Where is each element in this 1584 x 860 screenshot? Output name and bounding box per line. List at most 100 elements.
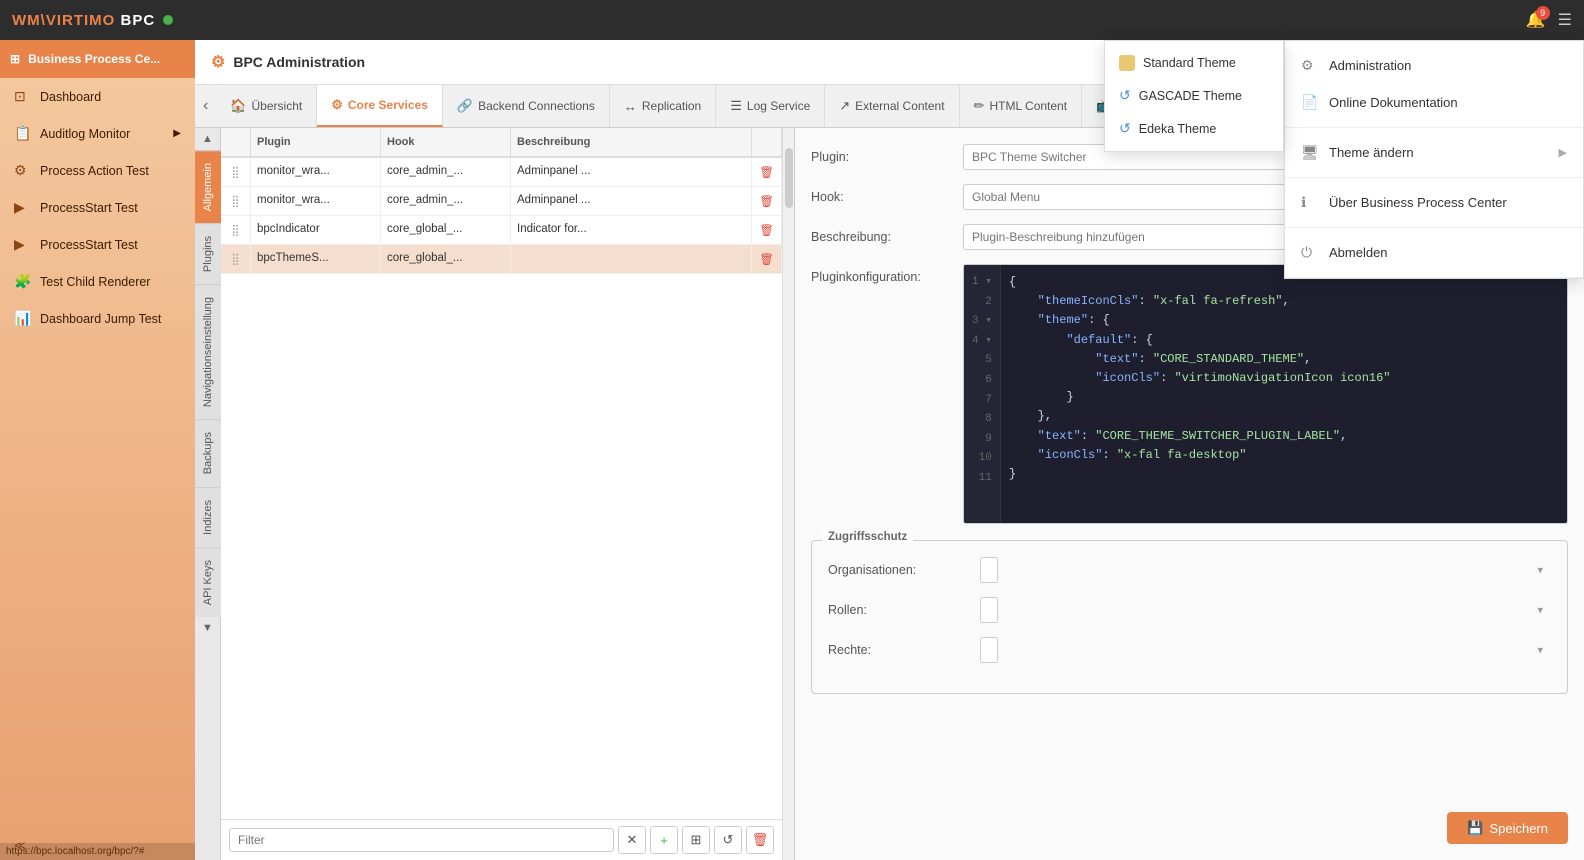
tabs-nav-prev[interactable]: ‹	[195, 85, 216, 127]
menu-icon[interactable]: ☰	[1558, 10, 1572, 30]
dropdown-item-label: Über Business Process Center	[1329, 195, 1507, 210]
dropdown-item-uber[interactable]: ℹ Über Business Process Center	[1285, 184, 1583, 221]
form-group-pluginkonfig: Pluginkonfiguration: 1 ▾ 2 3 ▾ 4 ▾ 5 6 7…	[811, 264, 1568, 524]
th-delete	[752, 128, 782, 156]
rechte-select-wrapper: ▾	[980, 637, 1551, 663]
dropdown-item-label: Theme ändern	[1329, 145, 1414, 160]
rechte-select[interactable]	[980, 637, 998, 663]
vtab-indizes[interactable]: Indizes	[195, 487, 221, 547]
tab-core-services[interactable]: ⚙ Core Services	[317, 85, 443, 127]
sidebar-item-auditlog[interactable]: 📋 Auditlog Monitor ▶	[0, 115, 195, 152]
dropdown-item-label: Abmelden	[1329, 245, 1388, 260]
dropdown-item-label: Online Dokumentation	[1329, 95, 1458, 110]
row-plugin: bpcIndicator	[251, 216, 381, 244]
dropdown-item-administration[interactable]: ⚙ Administration	[1285, 47, 1583, 84]
notification-icon[interactable]: 🔔 9	[1526, 10, 1546, 30]
tab-backend-connections[interactable]: 🔗 Backend Connections	[443, 85, 610, 127]
sidebar-item-dashboard[interactable]: ⊡ Dashboard	[0, 78, 195, 115]
form-group-rechte: Rechte: ▾	[828, 637, 1551, 663]
tab-label: Replication	[642, 99, 701, 113]
dropdown-section-4: ⏻ Abmelden	[1285, 228, 1583, 278]
chevron-right-icon: ▶	[173, 128, 181, 139]
table-row[interactable]: ⣿ bpcIndicator core_global_... Indicator…	[221, 216, 782, 245]
code-content[interactable]: { "themeIconCls": "x-fal fa-refresh", "t…	[1001, 265, 1567, 523]
rollen-select[interactable]	[980, 597, 998, 623]
vtab-allgemein[interactable]: Allgemein	[195, 150, 221, 223]
filter-clear-btn[interactable]: ✕	[618, 826, 646, 854]
process-action-icon: ⚙	[14, 162, 32, 179]
sidebar-header: ⊞ Business Process Ce...	[0, 40, 195, 78]
save-button[interactable]: 💾 Speichern	[1447, 812, 1568, 844]
scrollbar[interactable]	[782, 128, 794, 860]
status-dot	[163, 15, 173, 25]
topbar-left: WM\VIRTIMO BPC	[12, 12, 173, 29]
dropdown-item-label: Administration	[1329, 58, 1411, 73]
vtab-navigationseinstellung[interactable]: Navigationseinstellung	[195, 284, 221, 419]
rechte-label: Rechte:	[828, 637, 968, 657]
theme-submenu: Standard Theme ↺ GASCADE Theme ↺ Edeka T…	[1104, 40, 1284, 152]
code-editor[interactable]: 1 ▾ 2 3 ▾ 4 ▾ 5 6 7 8 9 10 11 { "themeIc…	[963, 264, 1568, 524]
table-row[interactable]: ⣿ bpcThemeS... core_global_... 🗑	[221, 245, 782, 274]
backend-icon: 🔗	[457, 98, 473, 114]
row-drag-icon: ⣿	[221, 158, 251, 186]
row-delete-btn[interactable]: 🗑	[752, 158, 782, 186]
row-hook: core_global_...	[381, 245, 511, 273]
sidebar-item-test-child[interactable]: 🧩 Test Child Renderer	[0, 263, 195, 300]
dropdown-menu: ⚙ Administration 📄 Online Dokumentation …	[1284, 40, 1584, 279]
tab-external-content[interactable]: ↗ External Content	[825, 85, 959, 127]
theme-item-label: Edeka Theme	[1139, 122, 1217, 136]
dropdown-item-theme[interactable]: 🖥 Theme ändern ▶	[1285, 134, 1583, 171]
delete-row-btn[interactable]: 🗑	[746, 826, 774, 854]
theme-item-label: Standard Theme	[1143, 56, 1236, 70]
vtab-backups[interactable]: Backups	[195, 419, 221, 486]
edeka-refresh-icon: ↺	[1119, 120, 1131, 137]
table-row[interactable]: ⣿ monitor_wra... core_admin_... Adminpan…	[221, 187, 782, 216]
vertical-tabs: ▲ Allgemein Plugins Navigationseinstellu…	[195, 128, 221, 860]
sidebar-item-processstart2[interactable]: ▶ ProcessStart Test	[0, 226, 195, 263]
row-plugin: monitor_wra...	[251, 158, 381, 186]
sidebar: ⊞ Business Process Ce... ⊡ Dashboard 📋 A…	[0, 40, 195, 860]
vtab-scroll-down[interactable]: ▼	[195, 617, 221, 639]
theme-item-standard[interactable]: Standard Theme	[1105, 47, 1283, 79]
refresh-btn[interactable]: ↺	[714, 826, 742, 854]
row-delete-btn[interactable]: 🗑	[752, 187, 782, 215]
row-delete-btn[interactable]: 🗑	[752, 245, 782, 273]
dropdown-item-online-doku[interactable]: 📄 Online Dokumentation	[1285, 84, 1583, 121]
tab-html-content[interactable]: ✏ HTML Content	[960, 85, 1083, 127]
row-beschreibung	[511, 245, 752, 273]
vtab-scroll-up[interactable]: ▲	[195, 128, 221, 150]
theme-item-label: GASCADE Theme	[1139, 89, 1242, 103]
theme-item-gascade[interactable]: ↺ GASCADE Theme	[1105, 79, 1283, 112]
online-doku-icon: 📄	[1301, 94, 1319, 111]
filter-input[interactable]	[229, 828, 614, 852]
org-select[interactable]	[980, 557, 998, 583]
pluginkonfig-label: Pluginkonfiguration:	[811, 264, 951, 284]
theme-item-edeka[interactable]: ↺ Edeka Theme	[1105, 112, 1283, 145]
row-hook: core_global_...	[381, 216, 511, 244]
tab-label: HTML Content	[989, 99, 1067, 113]
row-hook: core_admin_...	[381, 187, 511, 215]
sidebar-item-dashboard-jump[interactable]: 📊 Dashboard Jump Test	[0, 300, 195, 337]
logout-icon: ⏻	[1301, 244, 1319, 261]
admin-header-icon: ⚙	[211, 52, 225, 72]
vtab-plugins[interactable]: Plugins	[195, 223, 221, 284]
sidebar-item-process-action[interactable]: ⚙ Process Action Test	[0, 152, 195, 189]
tab-replication[interactable]: ↔ Replication	[610, 85, 716, 127]
vtab-api-keys[interactable]: API Keys	[195, 547, 221, 617]
sidebar-item-processstart1[interactable]: ▶ ProcessStart Test	[0, 189, 195, 226]
table-row[interactable]: ⣿ monitor_wra... core_admin_... Adminpan…	[221, 158, 782, 187]
notification-badge: 9	[1536, 6, 1550, 20]
dashboard-icon: ⊡	[14, 88, 32, 105]
info-icon: ℹ	[1301, 194, 1319, 211]
sidebar-item-label: ProcessStart Test	[40, 238, 138, 252]
dropdown-item-abmelden[interactable]: ⏻ Abmelden	[1285, 234, 1583, 271]
scrollbar-thumb	[785, 148, 793, 208]
sidebar-item-label: Dashboard Jump Test	[40, 312, 161, 326]
tab-log-service[interactable]: ☰ Log Service	[716, 85, 825, 127]
copy-btn[interactable]: ⊞	[682, 826, 710, 854]
row-drag-icon: ⣿	[221, 245, 251, 273]
tab-ubersicht[interactable]: 🏠 Übersicht	[216, 85, 317, 127]
row-delete-btn[interactable]: 🗑	[752, 216, 782, 244]
add-btn[interactable]: +	[650, 826, 678, 854]
standard-theme-dot	[1119, 55, 1135, 71]
